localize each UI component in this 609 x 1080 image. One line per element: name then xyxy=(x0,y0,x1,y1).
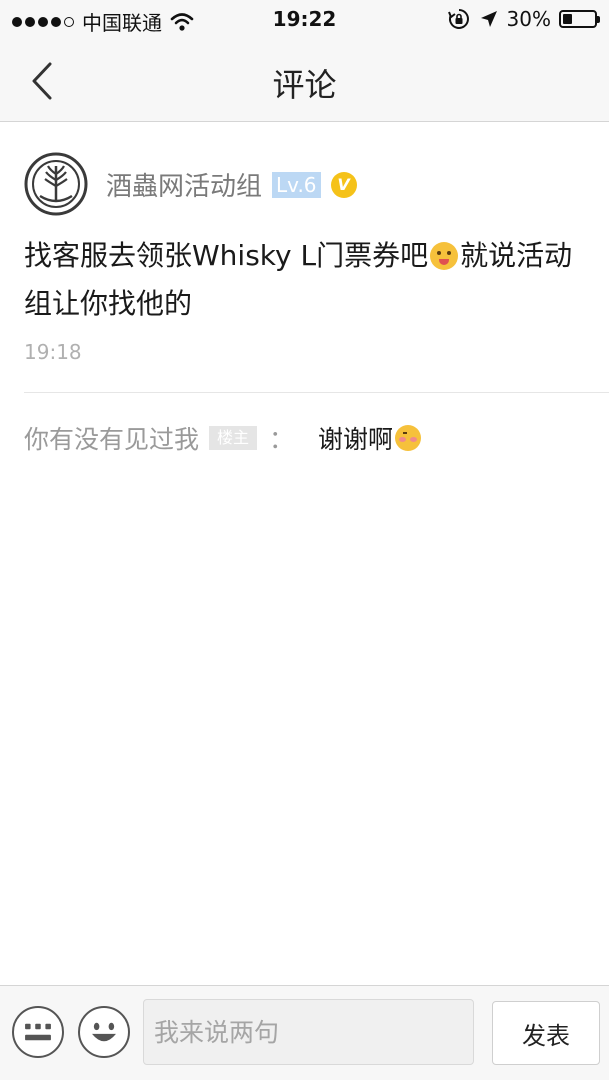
location-arrow-icon xyxy=(480,11,497,27)
battery-fill xyxy=(563,14,572,24)
crazy-face-emoji-icon xyxy=(430,242,459,270)
send-button[interactable]: 发表 xyxy=(492,1001,600,1065)
comment-text-part1: 找客服去领张Whisky L门票券吧 xyxy=(24,239,429,272)
comment-text: 找客服去领张Whisky L门票券吧 就说活动组让你找他的 xyxy=(24,232,589,328)
avatar[interactable] xyxy=(24,152,88,216)
battery-percent: 30% xyxy=(506,7,551,31)
nav-bar: 评论 xyxy=(0,40,609,122)
reply-text: 谢谢啊 xyxy=(318,425,394,454)
level-badge: Lv.6 xyxy=(272,171,321,198)
comment-input-bar: 发表 xyxy=(0,985,609,1080)
owner-badge: 楼主 xyxy=(209,426,258,450)
username-row: 酒蟲网活动组 Lv.6 V xyxy=(106,166,357,203)
reply-username[interactable]: 你有没有见过我 xyxy=(24,420,199,456)
reply-item[interactable]: 你有没有见过我 楼主 ： 谢谢啊 xyxy=(24,420,422,456)
verified-badge-icon: V xyxy=(330,171,357,198)
status-bar: 中国联通 19:22 30% xyxy=(0,0,609,40)
shy-face-emoji-icon xyxy=(395,425,422,451)
keyboard-icon[interactable] xyxy=(12,1006,64,1058)
comment-input[interactable] xyxy=(143,999,474,1065)
page-title: 评论 xyxy=(272,66,337,104)
battery-icon xyxy=(559,10,600,28)
divider xyxy=(24,392,609,393)
comment-timestamp: 19:18 xyxy=(24,340,82,364)
username[interactable]: 酒蟲网活动组 xyxy=(106,166,262,203)
reply-colon: ： xyxy=(269,425,295,454)
status-right: 30% xyxy=(447,7,600,31)
rotation-lock-icon xyxy=(447,9,469,29)
emoji-icon[interactable] xyxy=(78,1006,130,1058)
